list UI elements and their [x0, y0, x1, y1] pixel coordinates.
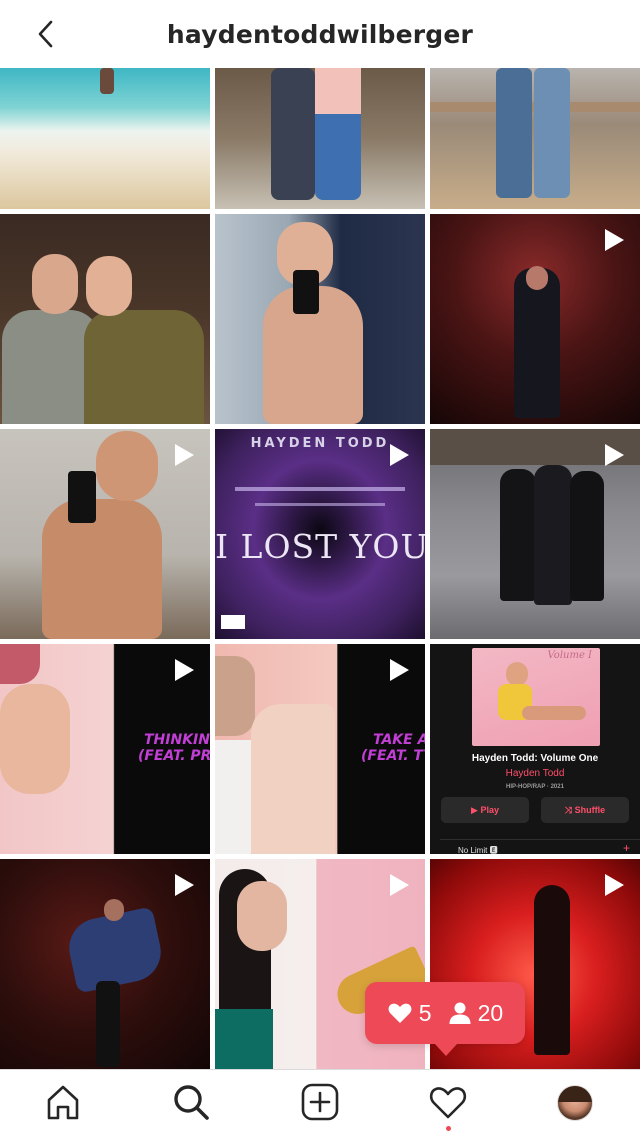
activity-indicator-dot: [446, 1126, 451, 1131]
video-play-icon: [605, 874, 624, 896]
post-tile-mirror-selfie[interactable]: [215, 214, 425, 424]
post-tile-beach[interactable]: [0, 68, 210, 209]
person-left: [271, 68, 315, 200]
heart-icon: [429, 1087, 467, 1119]
music-add-symbol: +: [622, 841, 630, 854]
tab-new-post[interactable]: [298, 1080, 342, 1124]
person-right: [534, 68, 570, 198]
followers-count: 20: [477, 999, 504, 1026]
music-track-name: No Limit 🅴: [458, 846, 498, 854]
chevron-left-icon: [38, 20, 53, 48]
home-icon: [47, 1085, 79, 1120]
green-top: [215, 1009, 273, 1069]
video-play-icon: [605, 229, 624, 251]
torso: [42, 499, 162, 639]
performer-left: [500, 469, 536, 601]
followers-count-group: 20: [448, 999, 504, 1027]
dancer-legs: [96, 981, 120, 1067]
heart-filled-icon: [388, 1003, 412, 1023]
post-tile-couple-jeans[interactable]: [215, 68, 425, 209]
album-cover-text: Volume I: [547, 650, 593, 661]
tab-profile-avatar[interactable]: [557, 1085, 593, 1121]
face: [96, 431, 158, 501]
figure-silhouette: [534, 885, 570, 1055]
person-filled-icon: [449, 1002, 471, 1024]
post-grid: HAYDEN TODD I LOST YOU THINKIN' O (FEAT.…: [0, 68, 640, 1069]
avatar-hair: [558, 1086, 592, 1102]
post-tile-three-performers[interactable]: [430, 429, 640, 639]
album-title-text: I LOST YOU: [215, 527, 425, 566]
video-caption-line2: (FEAT. PRE: [138, 748, 210, 764]
person-left: [496, 68, 532, 198]
cover-face: [506, 662, 528, 686]
ceiling-light: [255, 503, 385, 506]
person-right-shirt: [84, 310, 204, 424]
video-play-icon: [390, 659, 409, 681]
music-shuffle-button: ⤨ Shuffle: [541, 797, 629, 823]
back-button[interactable]: [26, 14, 66, 54]
add-post-icon: [301, 1083, 339, 1121]
video-play-icon: [175, 444, 194, 466]
video-play-icon: [390, 444, 409, 466]
music-genre: HIP-HOP/RAP · 2021: [506, 784, 564, 790]
activity-notification-bubble[interactable]: 5 20: [365, 982, 525, 1056]
video-caption-line1: TAKE A: [373, 732, 425, 748]
tab-search[interactable]: [169, 1080, 213, 1124]
face: [0, 684, 70, 794]
tab-activity[interactable]: [426, 1080, 470, 1124]
video-caption-line2: (FEAT. TY: [361, 748, 425, 764]
ceiling-light: [235, 487, 405, 491]
person-figure: [100, 68, 114, 94]
music-play-button: ▶ Play: [441, 797, 529, 823]
likes-count: 5: [418, 999, 432, 1026]
divider: [440, 839, 640, 840]
post-tile-thinkin-video[interactable]: THINKIN' O (FEAT. PRE: [0, 644, 210, 854]
post-tile-red-hallway[interactable]: [430, 214, 640, 424]
cover-legs: [522, 706, 586, 720]
top-header: haydentoddwilberger: [0, 0, 640, 68]
post-tile-take-video[interactable]: TAKE A (FEAT. TY: [215, 644, 425, 854]
video-caption-line1: THINKIN' O: [144, 732, 210, 748]
video-play-icon: [605, 444, 624, 466]
tab-home[interactable]: [41, 1080, 85, 1124]
music-album-name: Hayden Todd: Volume One: [471, 753, 599, 764]
bottom-tab-bar: [0, 1069, 640, 1138]
hair: [0, 644, 40, 684]
profile-username: haydentoddwilberger: [166, 19, 474, 49]
dancer-face: [104, 899, 124, 921]
music-artist-name: Hayden Todd: [505, 768, 565, 779]
post-tile-dancer-dark[interactable]: [0, 859, 210, 1069]
profile-grid-screen: haydentoddwilberger HAYDEN TODD I LOST Y…: [0, 0, 640, 1138]
pink-jacket: [251, 704, 335, 854]
phone: [293, 270, 319, 314]
post-tile-deck[interactable]: [430, 68, 640, 209]
post-tile-shirtless-selfie[interactable]: [0, 429, 210, 639]
parental-advisory-label: [221, 615, 245, 629]
post-tile-music-screenshot[interactable]: Volume I Hayden Todd: Volume One Hayden …: [430, 644, 640, 854]
person-right-face: [86, 256, 132, 316]
performer-middle: [534, 465, 572, 605]
performer-right: [570, 471, 604, 601]
search-icon: [174, 1085, 209, 1120]
video-play-icon: [390, 874, 409, 896]
video-play-icon: [175, 874, 194, 896]
dancer-figure: [514, 268, 560, 418]
album-cover-art: Volume I: [472, 648, 600, 746]
person-left-face: [32, 254, 78, 314]
dancer-face: [526, 266, 548, 290]
post-tile-two-men-bar[interactable]: [0, 214, 210, 424]
face: [215, 656, 255, 736]
likes-count-group: 5: [387, 1000, 432, 1027]
phone: [68, 471, 96, 523]
face: [237, 881, 287, 951]
post-tile-album-cover[interactable]: HAYDEN TODD I LOST YOU: [215, 429, 425, 639]
pink-top: [315, 68, 361, 114]
video-play-icon: [175, 659, 194, 681]
